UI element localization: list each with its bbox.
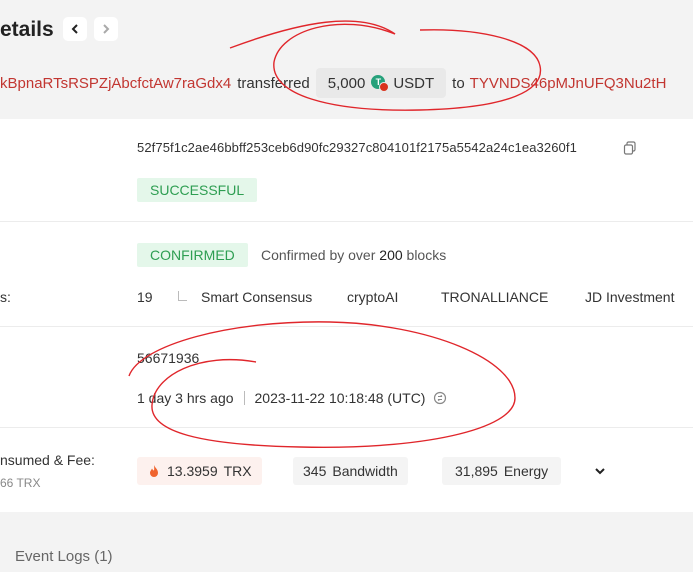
sr-item[interactable]: JD Investment [585, 289, 674, 305]
block-number[interactable]: 56671936 [137, 350, 199, 366]
flame-icon [150, 465, 158, 477]
timezone-toggle-icon[interactable] [433, 391, 447, 405]
amount-value: 5,000 [327, 74, 366, 92]
age-text: 1 day 3 hrs ago [137, 390, 234, 406]
energy-chip: 31,895 Energy [442, 457, 562, 485]
tree-connector [178, 291, 187, 301]
usdt-token-icon: T [371, 75, 390, 92]
sr-count: 19 [137, 289, 153, 305]
bandwidth-chip: 345 Bandwidth [293, 457, 408, 485]
sr-item[interactable]: cryptoAI [347, 289, 398, 305]
sr-item[interactable]: TRONALLIANCE [441, 289, 548, 305]
prev-button[interactable] [63, 17, 87, 41]
resources-sublabel: 66 TRX [0, 476, 41, 490]
energy-amount: 31,895 [455, 463, 498, 479]
transfer-summary: kBpnaRTsRSPZjAbcfctAw7raGdx4 transferred… [0, 66, 666, 100]
page-header: etails kBpnaRTsRSPZjAbcfctAw7raGdx4 tran… [0, 0, 693, 118]
amount-chip[interactable]: 5,000 T USDT [315, 68, 447, 98]
confirmed-badge: CONFIRMED [137, 243, 248, 267]
page-title: etails [0, 18, 54, 41]
status-badge: SUCCESSFUL [137, 178, 258, 202]
energy-label: Energy [503, 463, 549, 479]
to-address-link[interactable]: TYVNDS46pMJnUFQ3Nu2tH [470, 75, 667, 92]
sr-label: s: [0, 289, 11, 305]
copy-icon[interactable] [623, 141, 637, 155]
event-logs-tab[interactable]: Event Logs (1) [15, 548, 113, 565]
to-word: to [452, 74, 465, 92]
bandwidth-label: Bandwidth [332, 463, 398, 479]
sr-item[interactable]: Smart Consensus [201, 289, 312, 305]
timestamp-text: 2023-11-22 10:18:48 (UTC) [254, 390, 426, 406]
hash-status-card [0, 119, 693, 221]
fee-chip: 13.3959 TRX [137, 457, 262, 485]
confirmed-text: Confirmed by over 200 blocks [261, 247, 447, 263]
chevron-right-icon [103, 24, 110, 34]
bandwidth-amount: 345 [303, 463, 327, 479]
block-time-card [0, 327, 693, 427]
expand-chevron-down-icon[interactable] [594, 465, 606, 477]
chevron-left-icon [71, 24, 78, 34]
fee-amount: 13.3959 [167, 463, 218, 479]
confirmation-card [0, 222, 693, 326]
fee-unit: TRX [223, 463, 252, 479]
resources-label: nsumed & Fee: [0, 452, 95, 468]
next-button[interactable] [94, 17, 118, 41]
timestamp-line: 1 day 3 hrs ago 2023-11-22 10:18:48 (UTC… [137, 390, 447, 406]
transaction-hash: 52f75f1c2ae46bbff253ceb6d90fc29327c80410… [137, 140, 577, 155]
token-symbol: USDT [393, 74, 435, 92]
transfer-verb: transferred [237, 74, 310, 92]
from-address-link[interactable]: kBpnaRTsRSPZjAbcfctAw7raGdx4 [0, 75, 231, 92]
